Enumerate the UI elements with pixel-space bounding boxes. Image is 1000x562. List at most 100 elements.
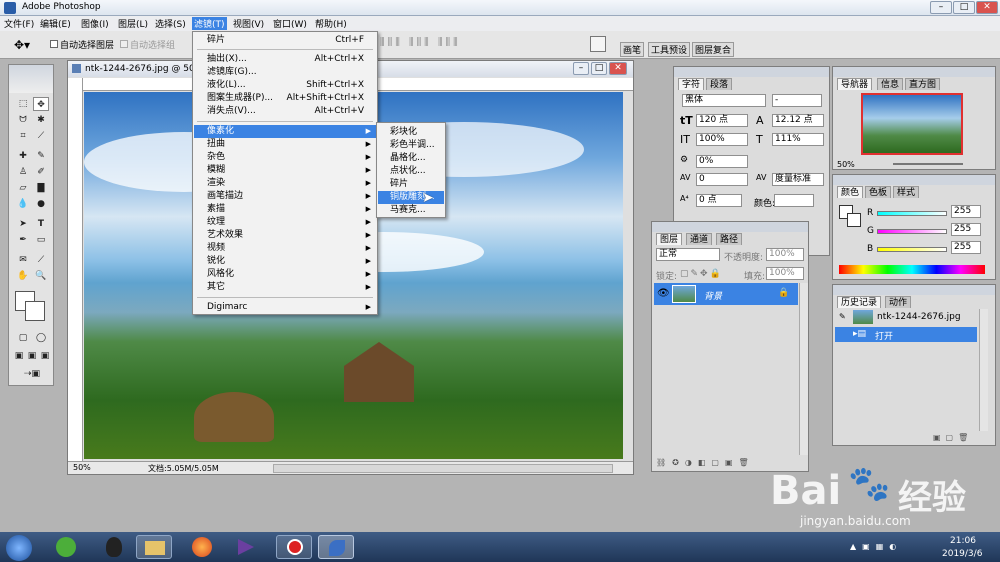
menu-item-brush-strokes[interactable]: 画笔描边 ▶ <box>194 190 376 203</box>
screen-mode-1-icon[interactable]: ▣ <box>13 349 25 363</box>
jump-to-imageready-icon[interactable]: ⇢▣ <box>19 367 45 381</box>
tab-info[interactable]: 信息 <box>877 78 904 90</box>
menu-help[interactable]: 帮助(H) <box>315 17 347 30</box>
green-slider[interactable] <box>877 229 947 234</box>
doc-close-button[interactable]: ✕ <box>609 62 627 75</box>
screen-mode-3-icon[interactable]: ▣ <box>39 349 51 363</box>
marquee-tool-icon[interactable]: ⬚ <box>15 97 31 111</box>
menu-window[interactable]: 窗口(W) <box>273 17 307 30</box>
move-tool-icon[interactable]: ✥ <box>33 97 49 111</box>
browser-360-icon[interactable] <box>48 535 84 559</box>
navigator-zoom-slider[interactable] <box>893 163 963 165</box>
tab-tool-presets[interactable]: 工具预设 <box>648 42 691 57</box>
menu-layer[interactable]: 图层(L) <box>118 17 148 30</box>
background-color-swatch[interactable] <box>25 301 45 321</box>
navigator-thumbnail[interactable] <box>861 93 963 155</box>
submenu-item-pointillize[interactable]: 点状化... <box>378 165 444 178</box>
submenu-item-facet[interactable]: 彩块化 <box>378 126 444 139</box>
tab-styles[interactable]: 样式 <box>893 186 920 198</box>
auto-select-layer-checkbox[interactable] <box>50 40 58 48</box>
lasso-tool-icon[interactable]: ᗢ <box>15 113 31 127</box>
notes-tool-icon[interactable]: ✉ <box>15 253 31 267</box>
tab-histogram[interactable]: 直方图 <box>905 78 941 90</box>
tab-brushes[interactable]: 画笔 <box>620 42 645 57</box>
panel-title-bar[interactable] <box>833 67 995 77</box>
eraser-tool-icon[interactable]: ▱ <box>15 181 31 195</box>
tab-history[interactable]: 历史记录 <box>837 296 882 308</box>
media-player-icon[interactable] <box>228 535 264 559</box>
screen-recorder-icon[interactable] <box>276 535 312 559</box>
maximize-button[interactable]: □ <box>953 1 975 14</box>
menu-view[interactable]: 视图(V) <box>233 17 264 30</box>
blue-field[interactable]: 255 <box>951 241 981 254</box>
text-color-swatch[interactable] <box>774 194 814 207</box>
submenu-item-mosaic[interactable]: 马赛克... <box>378 204 444 217</box>
palette-well-icon[interactable] <box>590 36 606 52</box>
photoshop-taskbar-icon[interactable] <box>318 535 354 559</box>
tab-color[interactable]: 颜色 <box>837 186 864 198</box>
blue-slider[interactable] <box>877 247 947 252</box>
submenu-item-fragment[interactable]: 碎片 <box>378 178 444 191</box>
type-tool-icon[interactable]: T <box>33 217 49 231</box>
menu-item-distort[interactable]: 扭曲 ▶ <box>194 138 376 151</box>
menu-item-texture[interactable]: 纹理 ▶ <box>194 216 376 229</box>
lock-icons[interactable]: ▢✎✥🔒 <box>680 269 723 279</box>
history-scrollbar[interactable] <box>979 309 988 431</box>
visibility-eye-icon[interactable]: 👁 <box>657 288 670 299</box>
minimize-button[interactable]: – <box>930 1 952 14</box>
layer-row-background[interactable]: 👁 背景 🔒 <box>654 283 798 305</box>
standard-mode-icon[interactable]: ▢ <box>15 331 31 345</box>
screen-mode-2-icon[interactable]: ▣ <box>26 349 38 363</box>
menu-item-noise[interactable]: 杂色 ▶ <box>194 151 376 164</box>
history-snapshot-row[interactable]: ✎ ntk-1244-2676.jpg <box>835 309 977 325</box>
font-style-select[interactable]: - <box>772 94 822 107</box>
close-button[interactable]: ✕ <box>976 1 998 14</box>
submenu-item-mezzotint[interactable]: 铜版雕刻... <box>378 191 444 204</box>
menu-item-sharpen[interactable]: 锐化 ▶ <box>194 255 376 268</box>
horizontal-scale-field[interactable]: 111% <box>772 133 824 146</box>
baseline-shift-field[interactable]: 0 点 <box>696 194 742 207</box>
dodge-tool-icon[interactable]: ● <box>33 197 49 211</box>
menu-item-pattern-maker[interactable]: 图案生成器(P)... Alt+Shift+Ctrl+X <box>194 92 376 105</box>
zoom-tool-icon[interactable]: 🔍 <box>33 269 49 283</box>
red-slider[interactable] <box>877 211 947 216</box>
menu-item-liquify[interactable]: 液化(L)... Shift+Ctrl+X <box>194 79 376 92</box>
auto-select-group-checkbox[interactable] <box>120 40 128 48</box>
navigator-zoom[interactable]: 50% <box>837 160 855 169</box>
align-icons[interactable]: ⫼⫼⫼ ⫼⫼⫼ ⫼⫼⫼ <box>380 37 461 48</box>
brush-tool-icon[interactable]: ✎ <box>33 149 49 163</box>
doc-minimize-button[interactable]: – <box>573 62 589 75</box>
background-color-chip[interactable] <box>847 213 861 227</box>
menu-item-other[interactable]: 其它 ▶ <box>194 281 376 294</box>
panel-title-bar[interactable] <box>833 175 995 185</box>
menu-item-digimarc[interactable]: Digimarc ▶ <box>194 301 376 314</box>
font-family-select[interactable]: 黑体 <box>682 94 766 107</box>
kerning-field[interactable]: 0 <box>696 173 748 186</box>
tray-icons[interactable]: ▲▣▦◐ <box>850 542 902 551</box>
start-button-icon[interactable] <box>6 535 32 561</box>
panel-title-bar[interactable] <box>833 285 995 295</box>
menu-item-render[interactable]: 渲染 ▶ <box>194 177 376 190</box>
horizontal-scrollbar[interactable] <box>273 464 613 473</box>
tab-paragraph[interactable]: 段落 <box>706 78 733 90</box>
history-brush-source-icon[interactable]: ✎ <box>839 312 846 321</box>
menu-file[interactable]: 文件(F) <box>4 17 34 30</box>
submenu-item-color-halftone[interactable]: 彩色半调... <box>378 139 444 152</box>
tab-actions[interactable]: 动作 <box>885 296 912 308</box>
green-field[interactable]: 255 <box>951 223 981 236</box>
healing-brush-icon[interactable]: ✚ <box>15 149 31 163</box>
menu-item-blur[interactable]: 模糊 ▶ <box>194 164 376 177</box>
font-size-field[interactable]: 120 点 <box>696 114 748 127</box>
slice-tool-icon[interactable]: ⟋ <box>33 129 49 143</box>
tracking-field[interactable]: 度量标准 <box>772 173 824 186</box>
tab-layers[interactable]: 图层 <box>656 233 683 245</box>
menu-select[interactable]: 选择(S) <box>155 17 186 30</box>
menu-item-stylize[interactable]: 风格化 ▶ <box>194 268 376 281</box>
menu-item-extract[interactable]: 抽出(X)... Alt+Ctrl+X <box>194 53 376 66</box>
tab-navigator[interactable]: 导航器 <box>837 78 873 90</box>
file-explorer-icon[interactable] <box>136 535 172 559</box>
leading-field[interactable]: 12.12 点 <box>772 114 824 127</box>
crop-tool-icon[interactable]: ⌗ <box>15 129 31 143</box>
menu-item-artistic[interactable]: 艺术效果 ▶ <box>194 229 376 242</box>
pen-tool-icon[interactable]: ✒ <box>15 233 31 247</box>
